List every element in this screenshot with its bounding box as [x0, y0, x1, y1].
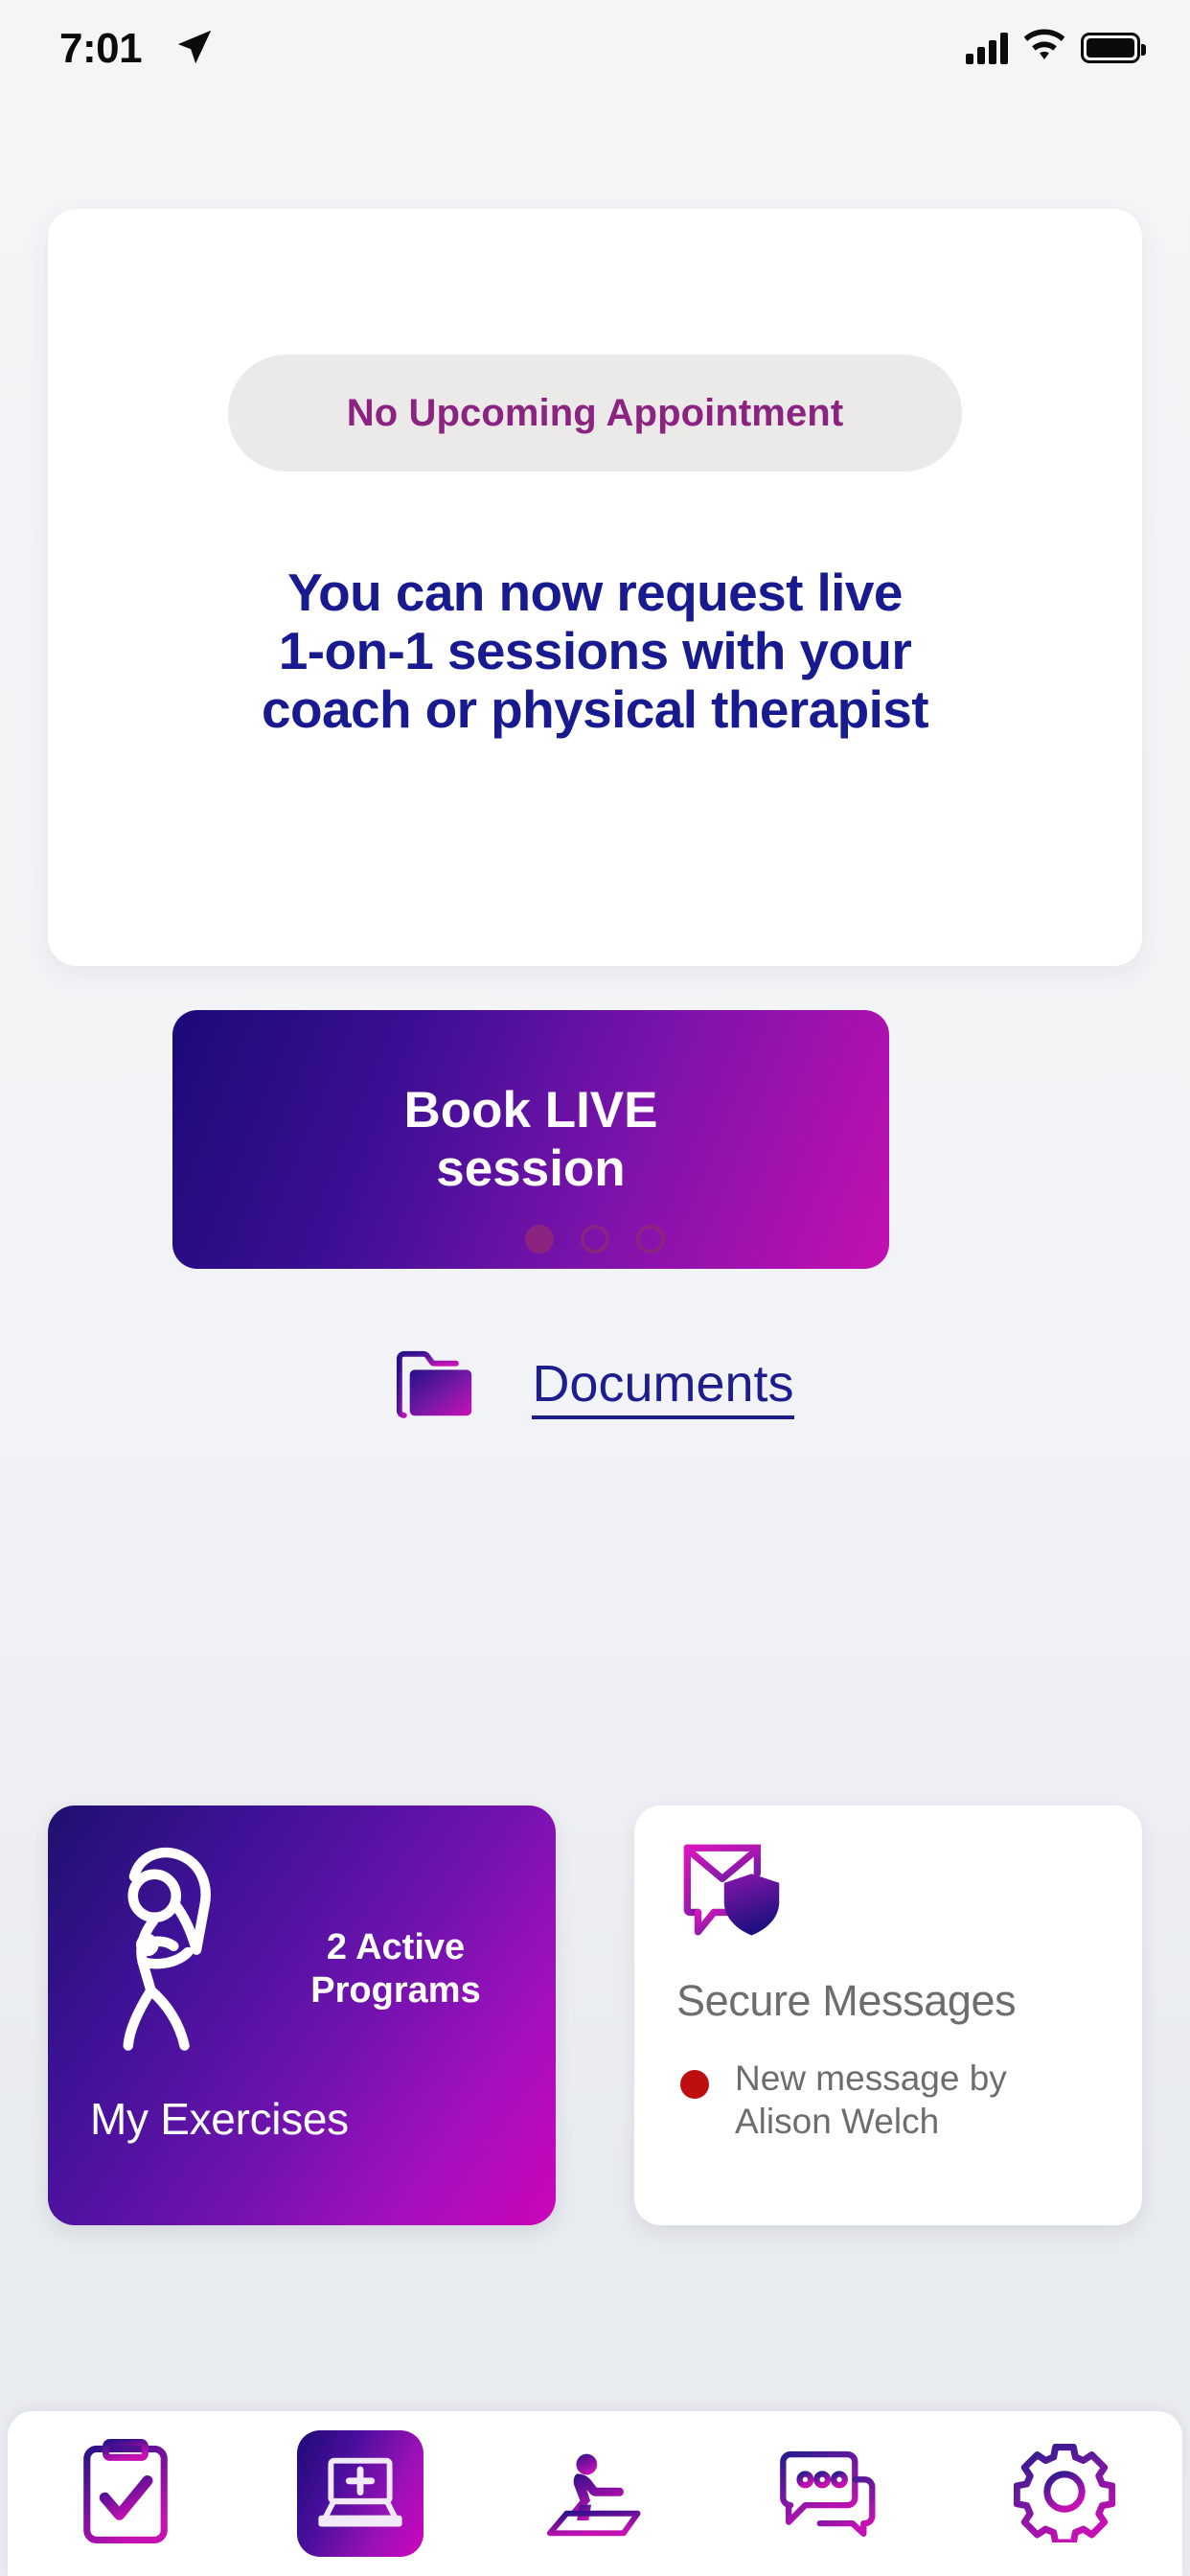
unread-indicator-dot — [680, 2070, 709, 2099]
nav-item-exercises[interactable] — [477, 2411, 712, 2576]
status-bar-indicators — [966, 29, 1146, 66]
secure-messages-card[interactable]: Secure Messages New message by Alison We… — [634, 1806, 1142, 2225]
secure-messages-title: Secure Messages — [676, 1976, 1017, 2025]
headline-line-2: 1-on-1 sessions with your — [278, 621, 912, 680]
nav-item-forms[interactable] — [8, 2411, 242, 2576]
hero-headline: You can now request live 1-on-1 sessions… — [105, 564, 1085, 739]
nav-item-messages[interactable] — [713, 2411, 948, 2576]
programs-count-line-1: 2 Active — [326, 1927, 466, 1967]
appointment-status-label: No Upcoming Appointment — [346, 391, 844, 434]
cellular-signal-icon — [966, 32, 1008, 64]
pager-dot-2[interactable] — [581, 1225, 609, 1254]
location-arrow-icon — [172, 25, 217, 74]
clipboard-check-icon — [81, 2438, 170, 2550]
status-bar: 7:01 — [0, 0, 1190, 107]
stretching-person-icon — [105, 1842, 273, 2067]
nav-item-live-session[interactable] — [242, 2411, 477, 2576]
new-message-text: New message by Alison Welch — [735, 2057, 1118, 2143]
new-message-line-2: Alison Welch — [735, 2102, 940, 2142]
my-exercises-card[interactable]: 2 Active Programs My Exercises — [48, 1806, 556, 2225]
programs-count-line-2: Programs — [310, 1969, 481, 2011]
pager-dot-3[interactable] — [636, 1225, 665, 1254]
documents-link[interactable]: Documents — [48, 1349, 1142, 1427]
wifi-icon — [1023, 29, 1065, 66]
hero-card: No Upcoming Appointment You can now requ… — [48, 209, 1142, 1420]
new-message-line-1: New message by — [735, 2058, 1007, 2098]
nav-item-settings[interactable] — [948, 2411, 1182, 2576]
book-button-line-1: Book LIVE — [403, 1081, 658, 1138]
folder-icon — [396, 1349, 478, 1427]
book-button-line-2: session — [436, 1140, 626, 1197]
chat-bubbles-icon — [776, 2446, 883, 2542]
secure-envelope-shield-icon — [680, 1840, 788, 1948]
app-screen: 7:01 No Upcoming Appointment You can now… — [0, 0, 1190, 2576]
exercise-person-icon — [545, 2442, 645, 2546]
active-programs-count: 2 Active Programs — [266, 1926, 525, 2012]
laptop-plus-icon — [296, 2430, 423, 2557]
status-bar-clock: 7:01 — [59, 25, 143, 72]
my-exercises-title: My Exercises — [90, 2094, 349, 2144]
headline-line-1: You can now request live — [287, 563, 903, 622]
appointment-status-pill[interactable]: No Upcoming Appointment — [228, 355, 962, 472]
battery-full-icon — [1081, 32, 1146, 63]
headline-line-3: coach or physical therapist — [262, 679, 929, 739]
carousel-pager — [0, 1225, 1190, 1254]
bottom-navigation-bar — [8, 2411, 1182, 2576]
documents-link-label: Documents — [532, 1356, 794, 1420]
gear-icon — [1014, 2441, 1116, 2547]
pager-dot-1[interactable] — [525, 1225, 554, 1254]
